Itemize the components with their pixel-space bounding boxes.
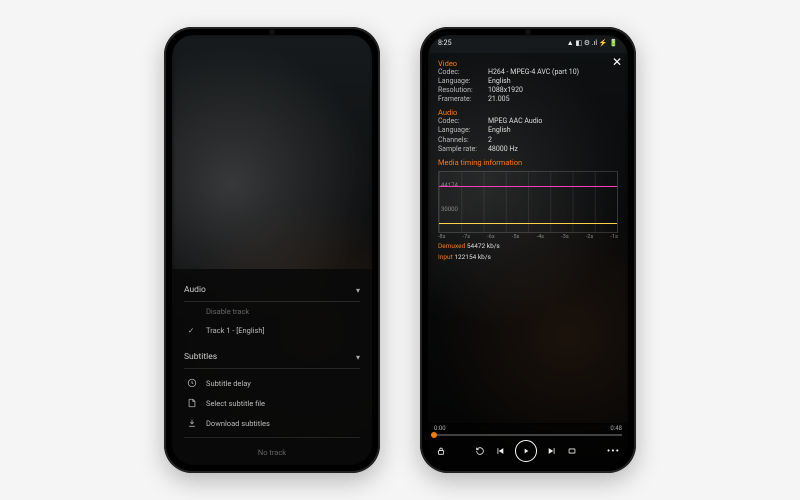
- xlab: -2s: [586, 234, 593, 240]
- disable-track-label: Disable track: [206, 307, 249, 316]
- download-icon: [186, 417, 198, 429]
- xlab: -8s: [438, 234, 445, 240]
- screen-right: 8:25 ▲ ◧ ⚙ .ıl ⚡ 🔋 ✕ Video Codec: H264 -…: [428, 35, 628, 465]
- timing-info-header: Media timing information: [438, 158, 618, 167]
- video-codec-value: H264 - MPEG-4 AVC (part 10): [488, 68, 579, 77]
- audio-channels-row: Channels: 2: [438, 136, 618, 145]
- tracks-panel: Audio ▾ Disable track ✓ Track 1 - [Engli…: [172, 269, 372, 465]
- demuxed-bitrate-row: Demuxed 54472 kb/s: [438, 242, 618, 251]
- chart-line-demuxed: [439, 186, 617, 187]
- video-codec-label: Codec:: [438, 68, 488, 77]
- expand-icon[interactable]: [567, 446, 577, 456]
- duration-time: 0:48: [610, 425, 622, 432]
- audio-channels-value: 2: [488, 136, 492, 145]
- select-subtitle-file-label: Select subtitle file: [206, 399, 265, 408]
- audio-samplerate-label: Sample rate:: [438, 145, 488, 154]
- status-time: 8:25: [438, 39, 452, 47]
- phone-right: 8:25 ▲ ◧ ⚙ .ıl ⚡ 🔋 ✕ Video Codec: H264 -…: [420, 27, 636, 473]
- close-icon[interactable]: ✕: [612, 55, 622, 69]
- subtitle-actions: Subtitle delay Select subtitle file Down…: [184, 369, 360, 433]
- audio-track-1-label: Track 1 - [English]: [206, 326, 265, 335]
- video-framerate-row: Framerate: 21.005: [438, 95, 618, 104]
- lock-icon[interactable]: [436, 446, 446, 456]
- xlab: -3s: [561, 234, 568, 240]
- xlab: -1s: [610, 234, 617, 240]
- player-controls-bar: 0:00 0:48: [428, 423, 628, 465]
- xlab: -6s: [487, 234, 494, 240]
- subtitles-section-header[interactable]: Subtitles ▾: [184, 346, 360, 369]
- audio-track-1-row[interactable]: ✓ Track 1 - [English]: [184, 321, 360, 340]
- video-resolution-row: Resolution: 1088x1920: [438, 86, 618, 95]
- clock-sync-icon: [186, 377, 198, 389]
- demuxed-label: Demuxed: [438, 242, 465, 250]
- file-icon: [186, 397, 198, 409]
- rotate-icon[interactable]: [475, 446, 485, 456]
- disable-track-row[interactable]: Disable track: [184, 302, 360, 321]
- previous-icon[interactable]: [495, 446, 505, 456]
- audio-language-row: Language: English: [438, 126, 618, 135]
- chart-x-labels: -8s -7s -6s -5s -4s -3s -2s -1s: [438, 233, 618, 240]
- video-language-label: Language:: [438, 77, 488, 86]
- video-framerate-value: 21.005: [488, 95, 510, 104]
- next-icon[interactable]: [547, 446, 557, 456]
- seek-time-row: 0:00 0:48: [434, 425, 622, 432]
- audio-section-header[interactable]: Audio ▾: [184, 279, 360, 302]
- select-subtitle-file-row[interactable]: Select subtitle file: [184, 393, 360, 413]
- audio-samplerate-row: Sample rate: 48000 Hz: [438, 145, 618, 154]
- camera-notch: [269, 29, 275, 35]
- divider: [184, 437, 360, 438]
- audio-samplerate-value: 48000 Hz: [488, 145, 518, 154]
- video-framerate-label: Framerate:: [438, 95, 488, 104]
- check-icon: ✓: [188, 326, 198, 335]
- center-controls: [475, 440, 577, 462]
- more-icon[interactable]: •••: [607, 446, 620, 457]
- video-info-header: Video: [438, 59, 618, 68]
- status-bar: 8:25 ▲ ◧ ⚙ .ıl ⚡ 🔋: [428, 35, 628, 51]
- audio-channels-label: Channels:: [438, 136, 488, 145]
- audio-codec-label: Codec:: [438, 117, 488, 126]
- xlab: -4s: [537, 234, 544, 240]
- video-resolution-label: Resolution:: [438, 86, 488, 95]
- camera-notch: [525, 29, 531, 35]
- no-track-label: No track: [184, 442, 360, 459]
- input-label: Input: [438, 253, 453, 261]
- xlab: -5s: [512, 234, 519, 240]
- subtitles-header-label: Subtitles: [184, 352, 217, 362]
- video-resolution-value: 1088x1920: [488, 86, 523, 95]
- video-codec-row: Codec: H264 - MPEG-4 AVC (part 10): [438, 68, 618, 77]
- input-bitrate-row: Input 122154 kb/s: [438, 253, 618, 262]
- input-value: 122154 kb/s: [454, 253, 491, 261]
- download-subtitles-label: Download subtitles: [206, 419, 270, 428]
- audio-language-value: English: [488, 126, 511, 135]
- video-language-value: English: [488, 77, 511, 86]
- media-info-overlay: ✕ Video Codec: H264 - MPEG-4 AVC (part 1…: [428, 53, 628, 425]
- download-subtitles-row[interactable]: Download subtitles: [184, 413, 360, 433]
- audio-codec-value: MPEG AAC Audio: [488, 117, 542, 126]
- audio-language-label: Language:: [438, 126, 488, 135]
- chevron-down-icon: ▾: [356, 353, 360, 362]
- subtitle-delay-label: Subtitle delay: [206, 379, 251, 388]
- audio-header-label: Audio: [184, 285, 206, 295]
- subtitle-delay-row[interactable]: Subtitle delay: [184, 373, 360, 393]
- seek-thumb[interactable]: [431, 432, 437, 438]
- status-icons: ▲ ◧ ⚙ .ıl ⚡ 🔋: [567, 39, 618, 47]
- transport-controls: •••: [434, 440, 622, 462]
- seek-bar[interactable]: [434, 434, 622, 436]
- xlab: -7s: [463, 234, 470, 240]
- phone-left: Audio ▾ Disable track ✓ Track 1 - [Engli…: [164, 27, 380, 473]
- chart-ytick-lower: 30000: [441, 206, 458, 213]
- chevron-down-icon: ▾: [356, 286, 360, 295]
- current-time: 0:00: [434, 425, 446, 432]
- audio-info-header: Audio: [438, 108, 618, 117]
- video-language-row: Language: English: [438, 77, 618, 86]
- play-button[interactable]: [515, 440, 537, 462]
- chart-line-input: [439, 223, 617, 224]
- demuxed-value: 54472 kb/s: [467, 242, 500, 250]
- screen-left: Audio ▾ Disable track ✓ Track 1 - [Engli…: [172, 35, 372, 465]
- bitrate-chart: 44174 30000: [438, 171, 618, 233]
- audio-codec-row: Codec: MPEG AAC Audio: [438, 117, 618, 126]
